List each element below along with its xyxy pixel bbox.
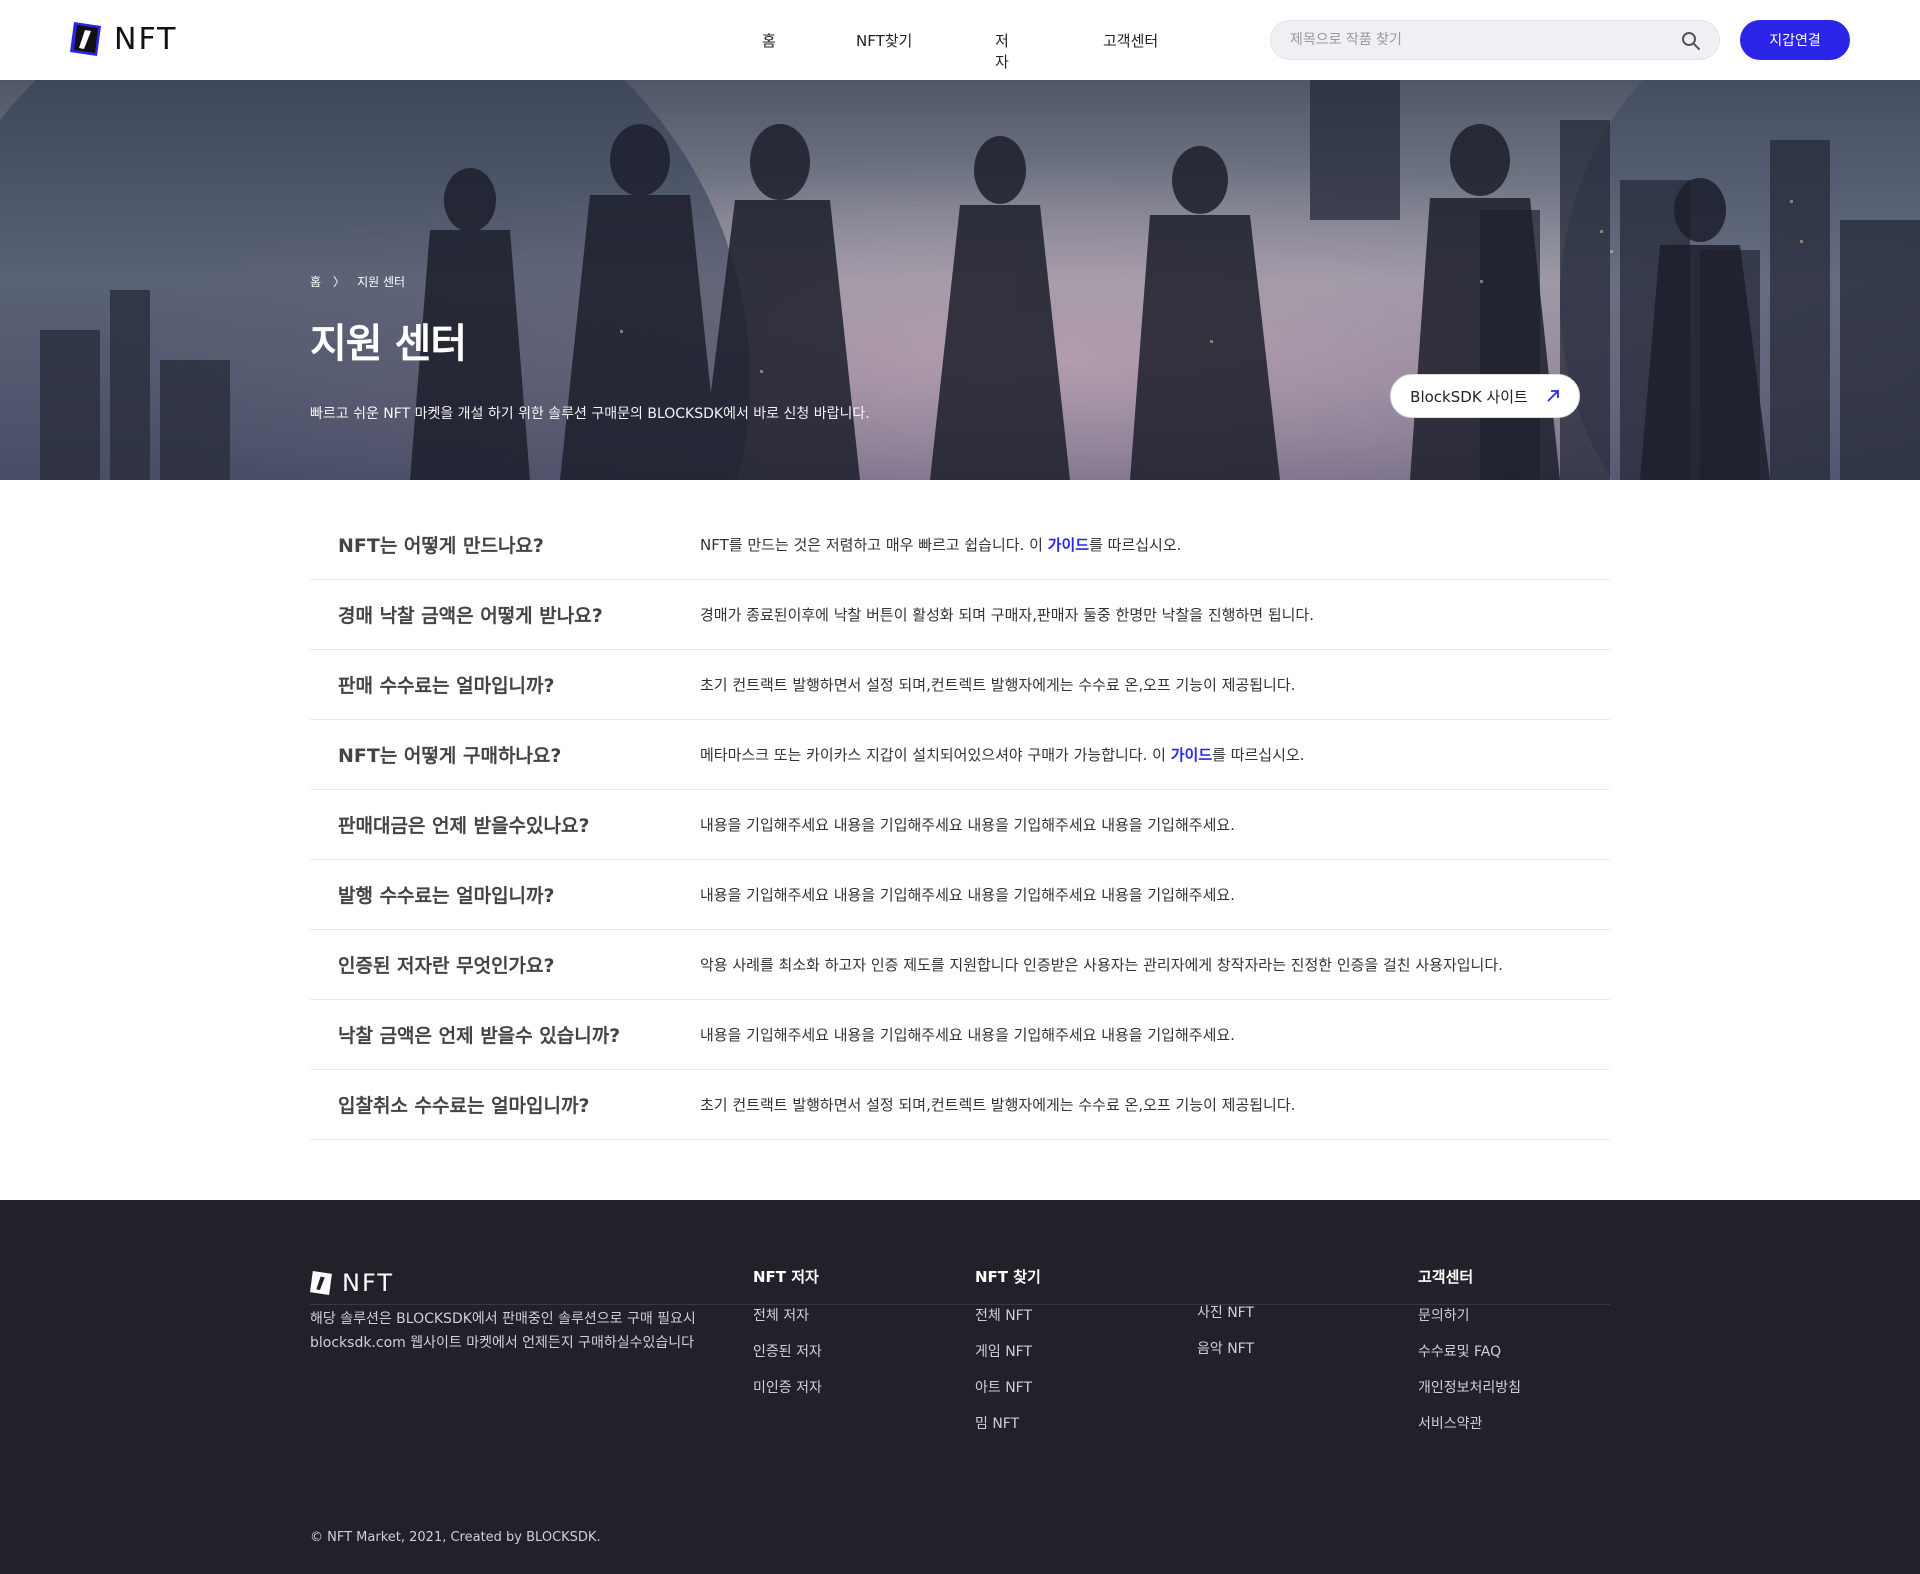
footer-col-cs: 고객센터 문의하기 수수료및 FAQ 개인정보처리방침 서비스약관 bbox=[1418, 1266, 1521, 1449]
faq-question: NFT는 어떻게 구매하나요? bbox=[338, 745, 562, 767]
nft-logo-icon bbox=[310, 1271, 332, 1295]
faq-question: 낙찰 금액은 언제 받을수 있습니까? bbox=[338, 1025, 621, 1047]
breadcrumb: 홈 〉 지원 센터 bbox=[310, 273, 405, 290]
faq-question: NFT는 어떻게 만드나요? bbox=[338, 535, 544, 557]
faq-question: 인증된 저자란 무엇인가요? bbox=[338, 955, 555, 977]
footer-link[interactable]: 밈 NFT bbox=[975, 1413, 1041, 1449]
footer-link[interactable]: 인증된 저자 bbox=[753, 1341, 822, 1377]
faq-answer: 내용을 기입해주세요 내용을 기입해주세요 내용을 기입해주세요 내용을 기입해… bbox=[700, 814, 1235, 835]
nav-home[interactable]: 홈 bbox=[762, 30, 776, 51]
faq-answer-text: 초기 컨트랙트 발행하면서 설정 되며,컨트렉트 발행자에게는 수수료 온,오프… bbox=[700, 676, 1296, 694]
footer-link[interactable]: 미인증 저자 bbox=[753, 1377, 822, 1413]
top-header: NFT 홈 NFT찾기 저자 고객센터 지갑연결 bbox=[0, 0, 1920, 80]
faq-row[interactable]: 경매 낙찰 금액은 어떻게 받나요? 경매가 종료된이후에 낙찰 버튼이 활성화 … bbox=[310, 580, 1610, 650]
faq-answer-text: 악용 사례를 최소화 하고자 인증 제도를 지원합니다 인증받은 사용자는 관리… bbox=[700, 956, 1503, 974]
faq-question: 입찰취소 수수료는 얼마입니까? bbox=[338, 1095, 590, 1117]
breadcrumb-home[interactable]: 홈 bbox=[310, 273, 321, 290]
blocksdk-button-label: BlockSDK 사이트 bbox=[1410, 387, 1528, 406]
footer-col-find-more: 사진 NFT 음악 NFT bbox=[1197, 1302, 1254, 1374]
faq-answer-text: 를 따르십시오. bbox=[1212, 746, 1305, 764]
footer-col-find: NFT 찾기 전체 NFT 게임 NFT 아트 NFT 밈 NFT bbox=[975, 1266, 1041, 1449]
faq-list: NFT는 어떻게 만드나요? NFT를 만드는 것은 저렴하고 매우 빠르고 쉽습… bbox=[310, 510, 1610, 1140]
footer-description: 해당 솔루션은 BLOCKSDK에서 판매중인 솔루션으로 구매 필요시 blo… bbox=[310, 1311, 696, 1351]
faq-answer: 초기 컨트랙트 발행하면서 설정 되며,컨트렉트 발행자에게는 수수료 온,오프… bbox=[700, 674, 1295, 695]
faq-row[interactable]: 판매대금은 언제 받을수있나요? 내용을 기입해주세요 내용을 기입해주세요 내용… bbox=[310, 790, 1610, 860]
faq-row[interactable]: 입찰취소 수수료는 얼마입니까? 초기 컨트랙트 발행하면서 설정 되며,컨트렉트… bbox=[310, 1070, 1610, 1140]
footer-col-title: 고객센터 bbox=[1418, 1268, 1474, 1286]
page-title: 지원 센터 bbox=[310, 321, 467, 367]
footer-logo[interactable]: NFT bbox=[310, 1269, 394, 1297]
faq-question: 발행 수수료는 얼마입니까? bbox=[338, 885, 555, 907]
connect-wallet-button[interactable]: 지갑연결 bbox=[1740, 20, 1850, 60]
copyright: © NFT Market, 2021, Created by BLOCKSDK. bbox=[310, 1530, 601, 1545]
faq-row[interactable]: 인증된 저자란 무엇인가요? 악용 사례를 최소화 하고자 인증 제도를 지원합니… bbox=[310, 930, 1610, 1000]
faq-answer: 악용 사례를 최소화 하고자 인증 제도를 지원합니다 인증받은 사용자는 관리… bbox=[700, 954, 1503, 975]
faq-answer-text: 내용을 기입해주세요 내용을 기입해주세요 내용을 기입해주세요 내용을 기입해… bbox=[700, 1026, 1235, 1044]
footer-link[interactable]: 문의하기 bbox=[1418, 1305, 1521, 1341]
footer-link[interactable]: 전체 NFT bbox=[975, 1305, 1041, 1341]
guide-link[interactable]: 가이드 bbox=[1171, 746, 1212, 764]
blocksdk-site-button[interactable]: BlockSDK 사이트 bbox=[1390, 374, 1580, 418]
footer-link[interactable]: 서비스약관 bbox=[1418, 1413, 1521, 1449]
faq-answer-text: 내용을 기입해주세요 내용을 기입해주세요 내용을 기입해주세요 내용을 기입해… bbox=[700, 816, 1235, 834]
faq-answer-text: 를 따르십시오. bbox=[1089, 536, 1182, 554]
hero-background-image bbox=[0, 80, 1920, 480]
faq-answer-text: 경매가 종료된이후에 낙찰 버튼이 활성화 되며 구매자,판매자 둘중 한명만 … bbox=[700, 606, 1314, 624]
search-box bbox=[1270, 20, 1720, 60]
logo-text: NFT bbox=[114, 21, 178, 57]
faq-answer: 내용을 기입해주세요 내용을 기입해주세요 내용을 기입해주세요 내용을 기입해… bbox=[700, 1024, 1235, 1045]
faq-answer: NFT를 만드는 것은 저렴하고 매우 빠르고 쉽습니다. 이 가이드를 따르십… bbox=[700, 534, 1181, 555]
search-icon[interactable] bbox=[1681, 31, 1701, 51]
footer-link[interactable]: 게임 NFT bbox=[975, 1341, 1041, 1377]
footer-divider bbox=[310, 1304, 1610, 1305]
search-input[interactable] bbox=[1271, 32, 1661, 48]
nav-customer-center[interactable]: 고객센터 bbox=[1103, 30, 1158, 51]
nav-author[interactable]: 저자 bbox=[995, 30, 1009, 72]
faq-answer: 초기 컨트랙트 발행하면서 설정 되며,컨트렉트 발행자에게는 수수료 온,오프… bbox=[700, 1094, 1295, 1115]
nft-logo-icon bbox=[70, 22, 101, 56]
faq-question: 판매 수수료는 얼마입니까? bbox=[338, 675, 555, 697]
footer-col-title: NFT 저자 bbox=[753, 1268, 819, 1286]
footer-logo-text: NFT bbox=[342, 1269, 394, 1297]
site-footer: NFT 해당 솔루션은 BLOCKSDK에서 판매중인 솔루션으로 구매 필요시… bbox=[0, 1200, 1920, 1574]
faq-answer-text: NFT를 만드는 것은 저렴하고 매우 빠르고 쉽습니다. 이 bbox=[700, 536, 1048, 554]
faq-answer: 메타마스크 또는 카이카스 지갑이 설치되어있으셔야 구매가 가능합니다. 이 … bbox=[700, 744, 1304, 765]
breadcrumb-separator-icon: 〉 bbox=[333, 275, 346, 289]
hero-banner: 홈 〉 지원 센터 지원 센터 빠르고 쉬운 NFT 마켓을 개설 하기 위한 … bbox=[0, 80, 1920, 480]
footer-col-author: NFT 저자 전체 저자 인증된 저자 미인증 저자 bbox=[753, 1266, 822, 1413]
footer-link[interactable]: 아트 NFT bbox=[975, 1377, 1041, 1413]
faq-answer: 내용을 기입해주세요 내용을 기입해주세요 내용을 기입해주세요 내용을 기입해… bbox=[700, 884, 1235, 905]
faq-row[interactable]: NFT는 어떻게 만드나요? NFT를 만드는 것은 저렴하고 매우 빠르고 쉽습… bbox=[310, 510, 1610, 580]
faq-row[interactable]: NFT는 어떻게 구매하나요? 메타마스크 또는 카이카스 지갑이 설치되어있으셔… bbox=[310, 720, 1610, 790]
breadcrumb-current: 지원 센터 bbox=[357, 275, 406, 289]
footer-link[interactable]: 개인정보처리방침 bbox=[1418, 1377, 1521, 1413]
faq-row[interactable]: 낙찰 금액은 언제 받을수 있습니까? 내용을 기입해주세요 내용을 기입해주세요… bbox=[310, 1000, 1610, 1070]
footer-link[interactable]: 수수료및 FAQ bbox=[1418, 1341, 1521, 1377]
faq-answer: 경매가 종료된이후에 낙찰 버튼이 활성화 되며 구매자,판매자 둘중 한명만 … bbox=[700, 604, 1314, 625]
faq-row[interactable]: 판매 수수료는 얼마입니까? 초기 컨트랙트 발행하면서 설정 되며,컨트렉트 발… bbox=[310, 650, 1610, 720]
faq-answer-text: 내용을 기입해주세요 내용을 기입해주세요 내용을 기입해주세요 내용을 기입해… bbox=[700, 886, 1235, 904]
footer-link[interactable]: 전체 저자 bbox=[753, 1305, 822, 1341]
hero-description: 빠르고 쉬운 NFT 마켓을 개설 하기 위한 솔루션 구매문의 BLOCKSD… bbox=[310, 406, 870, 422]
footer-link[interactable]: 음악 NFT bbox=[1197, 1338, 1254, 1374]
footer-col-title: NFT 찾기 bbox=[975, 1268, 1041, 1286]
guide-link[interactable]: 가이드 bbox=[1048, 536, 1089, 554]
arrow-up-right-icon bbox=[1547, 390, 1559, 402]
faq-answer-text: 메타마스크 또는 카이카스 지갑이 설치되어있으셔야 구매가 가능합니다. 이 bbox=[700, 746, 1171, 764]
footer-link[interactable]: 사진 NFT bbox=[1197, 1302, 1254, 1338]
faq-question: 판매대금은 언제 받을수있나요? bbox=[338, 815, 590, 837]
faq-question: 경매 낙찰 금액은 어떻게 받나요? bbox=[338, 605, 603, 627]
site-logo[interactable]: NFT bbox=[70, 21, 178, 57]
faq-answer-text: 초기 컨트랙트 발행하면서 설정 되며,컨트렉트 발행자에게는 수수료 온,오프… bbox=[700, 1096, 1296, 1114]
nav-nft-find[interactable]: NFT찾기 bbox=[856, 30, 912, 51]
faq-row[interactable]: 발행 수수료는 얼마입니까? 내용을 기입해주세요 내용을 기입해주세요 내용을 … bbox=[310, 860, 1610, 930]
